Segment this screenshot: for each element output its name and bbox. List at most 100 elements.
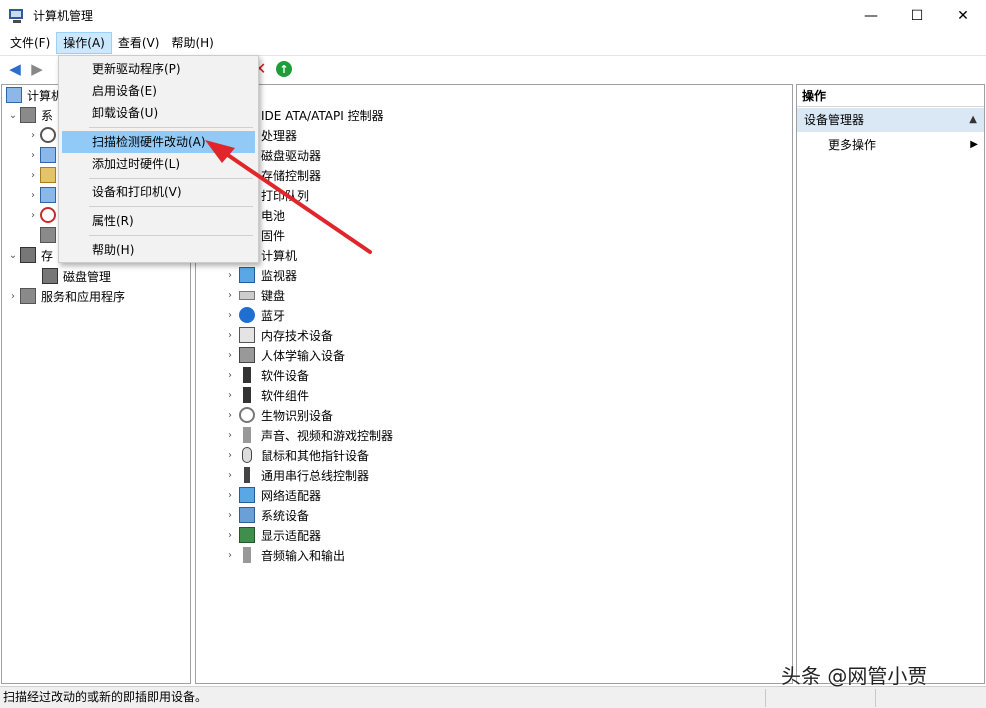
chevron-down-icon[interactable]: ⌄ [6, 250, 20, 261]
chevron-right-icon[interactable]: › [223, 310, 237, 321]
device-label: 固件 [261, 228, 286, 243]
chevron-right-icon[interactable]: › [6, 291, 20, 302]
chevron-right-icon[interactable]: › [26, 210, 40, 221]
enable-device-icon[interactable]: ↑ [276, 61, 292, 77]
device-category[interactable]: › 软件组件 [223, 385, 309, 405]
status-divider [875, 689, 876, 707]
chevron-right-icon[interactable]: › [223, 370, 237, 381]
device-label: 计算机 [261, 248, 298, 263]
tree-storage[interactable]: ⌄ 存 [6, 245, 53, 265]
forward-arrow-icon[interactable]: ▶ [26, 58, 48, 80]
computer-icon [6, 87, 22, 103]
chevron-right-icon[interactable]: › [223, 530, 237, 541]
menu-enable-device[interactable]: 启用设备(E) [62, 80, 255, 102]
device-category[interactable]: › 音频输入和输出 [223, 545, 345, 565]
device-category[interactable]: › 鼠标和其他指针设备 [223, 445, 369, 465]
chevron-right-icon[interactable]: › [26, 170, 40, 181]
device-category[interactable]: › 内存技术设备 [223, 325, 333, 345]
tree-task-scheduler[interactable]: › [26, 125, 61, 145]
tree-local-users[interactable]: › [26, 185, 61, 205]
device-category[interactable]: › 网络适配器 [223, 485, 321, 505]
device-category[interactable]: › 系统设备 [223, 505, 309, 525]
chevron-right-icon[interactable]: › [223, 470, 237, 481]
chevron-right-icon[interactable]: › [223, 430, 237, 441]
menu-separator [89, 127, 253, 128]
tree-system-tools[interactable]: ⌄ 系 [6, 105, 53, 125]
chevron-right-icon[interactable]: › [223, 490, 237, 501]
menu-action[interactable]: 操作(A) [56, 32, 112, 54]
menu-view[interactable]: 查看(V) [112, 32, 166, 54]
device-label: 软件组件 [261, 388, 310, 403]
tree-services[interactable]: › 服务和应用程序 [6, 286, 125, 306]
chevron-right-icon[interactable]: › [223, 510, 237, 521]
more-actions[interactable]: 更多操作 ▶ [828, 135, 978, 155]
device-category[interactable]: › 声音、视频和游戏控制器 [223, 425, 393, 445]
device-category[interactable]: › 监视器 [223, 265, 297, 285]
device-label: 音频输入和输出 [261, 548, 346, 563]
device-label: 通用串行总线控制器 [261, 468, 370, 483]
tree-disk-management[interactable]: 磁盘管理 [42, 266, 111, 286]
minimize-button[interactable]: — [848, 0, 894, 31]
tree-event-viewer[interactable]: › [26, 145, 61, 165]
shared-folder-icon [40, 167, 56, 183]
device-label: IDE ATA/ATAPI 控制器 [261, 108, 384, 123]
menu-update-driver[interactable]: 更新驱动程序(P) [62, 58, 255, 80]
chevron-right-icon[interactable]: › [26, 130, 40, 141]
menu-bar: 文件(F) 操作(A) 查看(V) 帮助(H) [0, 31, 986, 55]
actions-section-label: 设备管理器 [804, 113, 865, 127]
menu-help[interactable]: 帮助(H) [62, 239, 255, 261]
device-category[interactable]: › 生物识别设备 [223, 405, 333, 425]
device-category[interactable]: › 显示适配器 [223, 525, 321, 545]
menu-add-legacy-hardware[interactable]: 添加过时硬件(L) [62, 153, 255, 175]
device-category[interactable]: › 人体学输入设备 [223, 345, 345, 365]
event-viewer-icon [40, 147, 56, 163]
menu-uninstall-device[interactable]: 卸载设备(U) [62, 102, 255, 124]
chevron-right-icon[interactable]: › [223, 390, 237, 401]
performance-icon [40, 207, 56, 223]
chevron-right-icon[interactable]: › [223, 550, 237, 561]
actions-section-device-manager[interactable]: 设备管理器 ▲ [797, 108, 984, 132]
tree-shared-folders[interactable]: › [26, 165, 61, 185]
action-dropdown-menu: 更新驱动程序(P) 启用设备(E) 卸载设备(U) 扫描检测硬件改动(A) 添加… [58, 55, 259, 263]
menu-properties[interactable]: 属性(R) [62, 210, 255, 232]
chevron-right-icon[interactable]: › [223, 410, 237, 421]
chevron-right-icon[interactable]: › [26, 190, 40, 201]
chevron-right-icon[interactable]: › [223, 350, 237, 361]
window-title: 计算机管理 [33, 9, 94, 23]
status-bar: 扫描经过改动的或新的即插即用设备。 [0, 686, 986, 708]
menu-help[interactable]: 帮助(H) [165, 32, 219, 54]
back-arrow-icon[interactable]: ◀ [4, 58, 26, 80]
device-label: 软件设备 [261, 368, 310, 383]
menu-devices-and-printers[interactable]: 设备和打印机(V) [62, 181, 255, 203]
device-category[interactable]: › 软件设备 [223, 365, 309, 385]
menu-file[interactable]: 文件(F) [4, 32, 56, 54]
collapse-triangle-icon[interactable]: ▲ [969, 108, 977, 132]
disk-icon [42, 268, 58, 284]
device-label: 打印队列 [261, 188, 310, 203]
fingerprint-icon [239, 407, 255, 423]
chevron-right-icon[interactable]: › [223, 330, 237, 341]
close-button[interactable]: ✕ [940, 0, 986, 31]
mouse-icon [242, 447, 252, 463]
maximize-button[interactable]: ☐ [894, 0, 940, 31]
chevron-right-icon[interactable]: › [26, 150, 40, 161]
chevron-right-icon[interactable]: › [223, 290, 237, 301]
device-label: 内存技术设备 [261, 328, 334, 343]
device-category[interactable]: › 键盘 [223, 285, 285, 305]
chevron-right-icon[interactable]: › [223, 450, 237, 461]
device-category[interactable]: › 通用串行总线控制器 [223, 465, 369, 485]
tree-root[interactable]: 计算机 [6, 85, 63, 105]
device-category[interactable]: › 蓝牙 [223, 305, 285, 325]
bluetooth-icon [239, 307, 255, 323]
device-label: 显示适配器 [261, 528, 322, 543]
chevron-right-icon[interactable]: › [223, 270, 237, 281]
chevron-down-icon[interactable]: ⌄ [6, 110, 20, 121]
device-label: 键盘 [261, 288, 286, 303]
software-device-icon [243, 367, 251, 383]
actions-header: 操作 [797, 85, 984, 107]
tree-performance[interactable]: › [26, 205, 61, 225]
device-label: 声音、视频和游戏控制器 [261, 428, 394, 443]
menu-scan-hardware-changes[interactable]: 扫描检测硬件改动(A) [62, 131, 255, 153]
memory-icon [239, 327, 255, 343]
audio-io-icon [243, 547, 251, 563]
